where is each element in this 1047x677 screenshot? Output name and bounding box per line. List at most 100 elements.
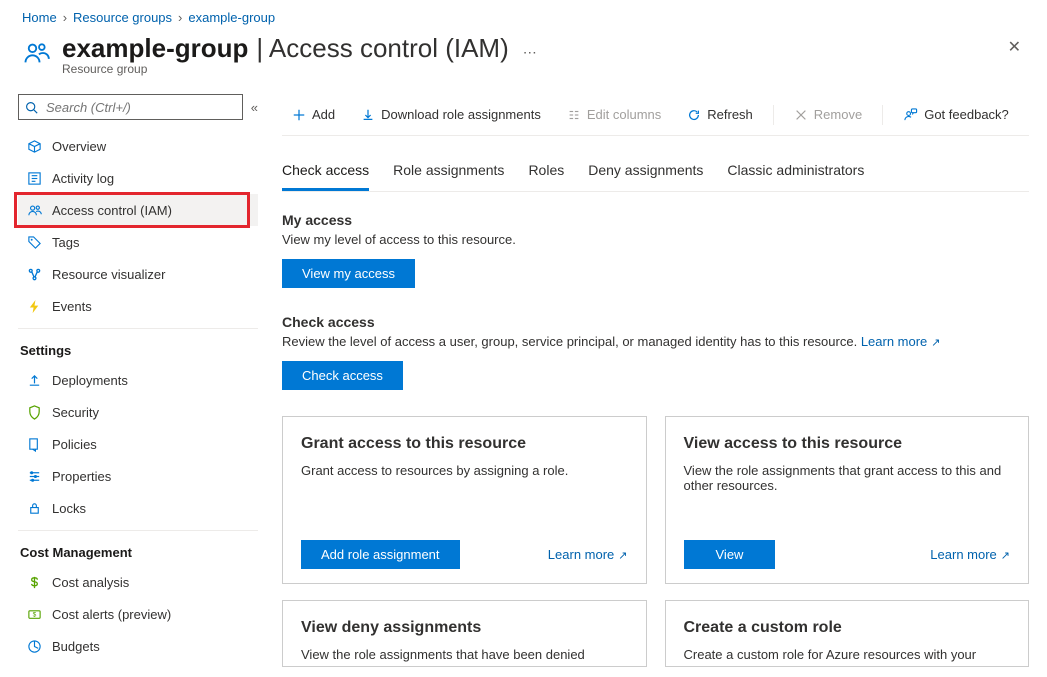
add-button[interactable]: Add xyxy=(282,103,345,126)
sidebar-item-tags[interactable]: Tags xyxy=(18,226,258,258)
remove-button: Remove xyxy=(784,103,872,126)
check-access-title: Check access xyxy=(282,314,1029,330)
chevron-right-icon: › xyxy=(63,10,67,25)
card-title: View deny assignments xyxy=(301,619,628,637)
sidebar-item-label: Properties xyxy=(52,469,111,484)
add-role-assignment-button[interactable]: Add role assignment xyxy=(301,540,460,569)
person-feedback-icon xyxy=(903,107,918,122)
collapse-sidebar-icon[interactable]: « xyxy=(251,100,258,115)
sidebar-item-overview[interactable]: Overview xyxy=(18,130,258,162)
toolbar-label: Add xyxy=(312,107,335,122)
external-link-icon: ↗ xyxy=(618,550,627,562)
tab-check-access[interactable]: Check access xyxy=(282,162,369,191)
sidebar-section-settings: Settings xyxy=(18,328,258,364)
refresh-button[interactable]: Refresh xyxy=(677,103,763,126)
tag-icon xyxy=(26,234,42,250)
sidebar-item-properties[interactable]: Properties xyxy=(18,460,258,492)
sidebar-item-cost-alerts[interactable]: $ Cost alerts (preview) xyxy=(18,598,258,630)
my-access-title: My access xyxy=(282,212,1029,228)
lock-icon xyxy=(26,500,42,516)
tab-role-assignments[interactable]: Role assignments xyxy=(393,162,504,191)
sidebar-item-deployments[interactable]: Deployments xyxy=(18,364,258,396)
toolbar-label: Edit columns xyxy=(587,107,661,122)
people-icon xyxy=(26,202,42,218)
card-sub: View the role assignments that grant acc… xyxy=(684,463,1011,493)
tabs: Check access Role assignments Roles Deny… xyxy=(282,162,1029,192)
budget-icon xyxy=(26,638,42,654)
card-sub: Create a custom role for Azure resources… xyxy=(684,647,1011,662)
feedback-button[interactable]: Got feedback? xyxy=(893,103,1019,126)
breadcrumb-home[interactable]: Home xyxy=(22,10,57,25)
sidebar-item-label: Activity log xyxy=(52,171,114,186)
sidebar-item-access-control[interactable]: Access control (IAM) xyxy=(18,194,258,226)
sidebar-item-security[interactable]: Security xyxy=(18,396,258,428)
tab-classic-admins[interactable]: Classic administrators xyxy=(727,162,864,191)
learn-more-link[interactable]: Learn more↗ xyxy=(930,547,1010,562)
separator xyxy=(882,105,883,125)
sidebar-item-cost-analysis[interactable]: Cost analysis xyxy=(18,566,258,598)
learn-more-link[interactable]: Learn more↗ xyxy=(861,334,941,349)
sidebar-item-label: Policies xyxy=(52,437,97,452)
tab-roles[interactable]: Roles xyxy=(528,162,564,191)
check-access-button[interactable]: Check access xyxy=(282,361,403,390)
shield-icon xyxy=(26,404,42,420)
page-subtitle: Resource group xyxy=(62,62,537,76)
toolbar-label: Download role assignments xyxy=(381,107,541,122)
sidebar-item-label: Access control (IAM) xyxy=(52,203,172,218)
page-title-suffix: | Access control (IAM) xyxy=(256,33,508,64)
sidebar-item-label: Cost alerts (preview) xyxy=(52,607,171,622)
toolbar-label: Got feedback? xyxy=(924,107,1009,122)
columns-icon xyxy=(567,108,581,122)
search-icon xyxy=(25,101,38,114)
breadcrumb-resource-groups[interactable]: Resource groups xyxy=(73,10,172,25)
download-button[interactable]: Download role assignments xyxy=(351,103,551,126)
card-title: Create a custom role xyxy=(684,619,1011,637)
search-input[interactable] xyxy=(18,94,243,120)
card-view-access: View access to this resource View the ro… xyxy=(665,416,1030,584)
refresh-icon xyxy=(687,108,701,122)
more-icon[interactable]: ⋯ xyxy=(517,44,537,61)
sidebar-item-label: Events xyxy=(52,299,92,314)
log-icon xyxy=(26,170,42,186)
dollar-icon xyxy=(26,574,42,590)
page-header: example-group | Access control (IAM) ⋯ R… xyxy=(0,29,1047,94)
chevron-right-icon: › xyxy=(178,10,182,25)
policy-icon xyxy=(26,436,42,452)
chart-icon xyxy=(26,266,42,282)
sidebar-item-label: Security xyxy=(52,405,99,420)
sidebar-item-locks[interactable]: Locks xyxy=(18,492,258,524)
sidebar-item-label: Tags xyxy=(52,235,79,250)
sidebar-item-activity-log[interactable]: Activity log xyxy=(18,162,258,194)
view-button[interactable]: View xyxy=(684,540,776,569)
sidebar-item-budgets[interactable]: Budgets xyxy=(18,630,258,662)
check-access-sub: Review the level of access a user, group… xyxy=(282,334,1029,349)
sidebar-item-policies[interactable]: Policies xyxy=(18,428,258,460)
toolbar-label: Refresh xyxy=(707,107,753,122)
bolt-icon xyxy=(26,298,42,314)
card-title: Grant access to this resource xyxy=(301,435,628,453)
sidebar-item-label: Resource visualizer xyxy=(52,267,165,282)
breadcrumb-group[interactable]: example-group xyxy=(188,10,275,25)
external-link-icon: ↗ xyxy=(931,337,940,349)
sidebar: « Overview Activity log Access control (… xyxy=(0,94,258,667)
view-my-access-button[interactable]: View my access xyxy=(282,259,415,288)
card-sub: Grant access to resources by assigning a… xyxy=(301,463,628,478)
download-icon xyxy=(361,108,375,122)
sidebar-item-resource-visualizer[interactable]: Resource visualizer xyxy=(18,258,258,290)
plus-icon xyxy=(292,108,306,122)
main-content: Add Download role assignments Edit colum… xyxy=(258,94,1047,667)
learn-more-link[interactable]: Learn more↗ xyxy=(548,547,628,562)
tab-deny-assignments[interactable]: Deny assignments xyxy=(588,162,703,191)
properties-icon xyxy=(26,468,42,484)
sidebar-item-label: Cost analysis xyxy=(52,575,129,590)
card-deny-assignments: View deny assignments View the role assi… xyxy=(282,600,647,667)
sidebar-item-events[interactable]: Events xyxy=(18,290,258,322)
svg-text:$: $ xyxy=(32,611,36,618)
toolbar: Add Download role assignments Edit colum… xyxy=(282,94,1029,136)
page-title: example-group xyxy=(62,33,248,64)
sidebar-item-label: Deployments xyxy=(52,373,128,388)
close-icon[interactable]: ✕ xyxy=(1008,37,1021,57)
search-field[interactable] xyxy=(44,99,236,116)
sidebar-item-label: Budgets xyxy=(52,639,100,654)
sidebar-item-label: Overview xyxy=(52,139,106,154)
